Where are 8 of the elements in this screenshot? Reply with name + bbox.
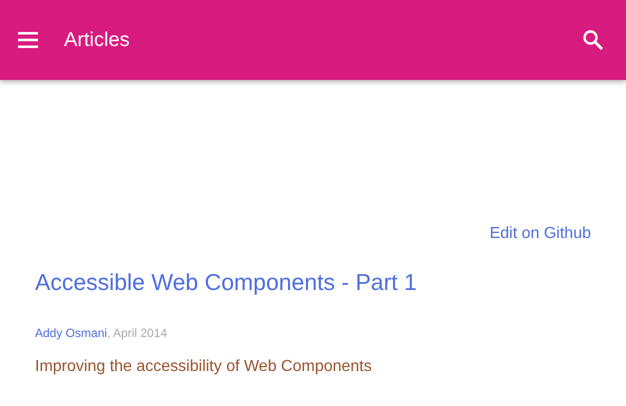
article-date: , April 2014 <box>107 326 168 340</box>
article-title[interactable]: Accessible Web Components - Part 1 <box>35 269 591 296</box>
menu-icon[interactable] <box>18 32 38 48</box>
edit-link[interactable]: Edit on Github <box>490 225 591 243</box>
search-icon[interactable] <box>582 29 604 51</box>
app-title: Articles <box>64 28 131 52</box>
article-summary: Improving the accessibility of Web Components <box>35 358 373 376</box>
author-link[interactable]: Addy Osmani <box>35 326 108 340</box>
